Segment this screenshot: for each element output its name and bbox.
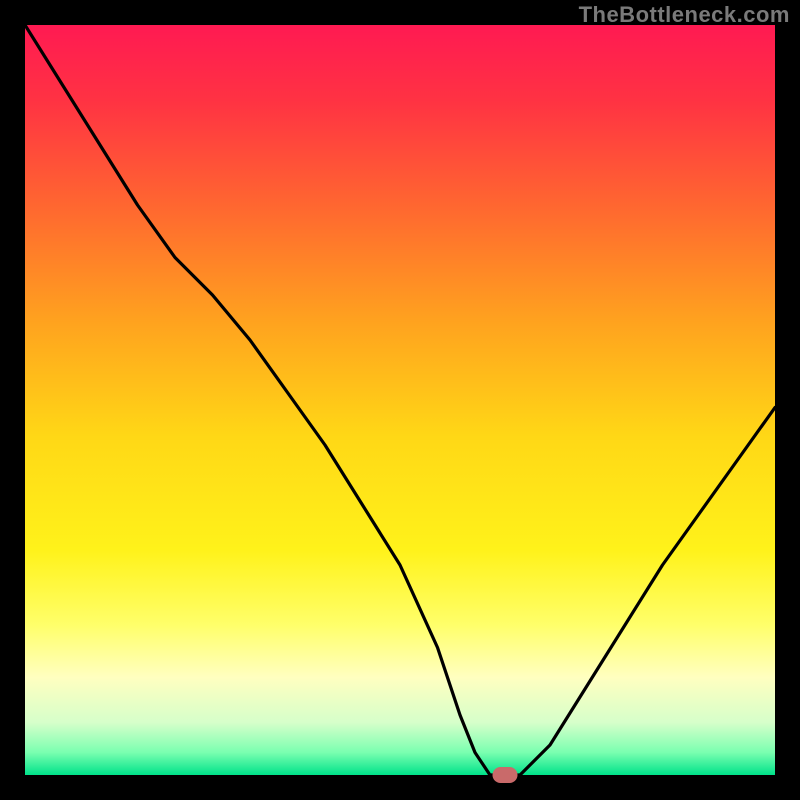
watermark-text: TheBottleneck.com [579, 2, 790, 28]
chart-frame: TheBottleneck.com [0, 0, 800, 800]
optimal-point-marker [493, 767, 518, 783]
bottleneck-plot [25, 25, 775, 775]
gradient-background [25, 25, 775, 775]
